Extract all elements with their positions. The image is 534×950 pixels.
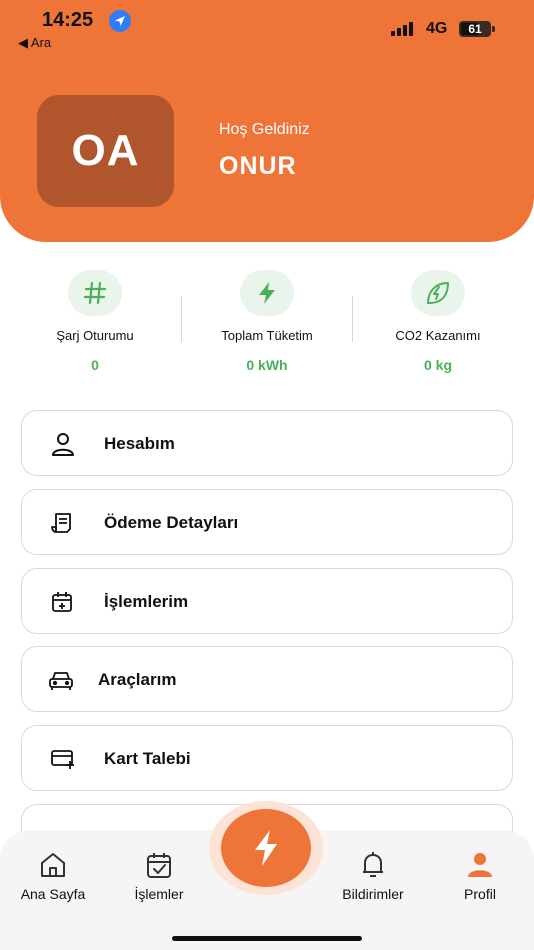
hash-icon bbox=[68, 270, 122, 316]
profile-header: 14:25 ◀ Ara 4G 61 OA Hoş Geldiniz ONUR bbox=[0, 0, 534, 242]
tab-label: Ana Sayfa bbox=[20, 886, 86, 902]
profile-icon bbox=[468, 853, 492, 877]
leaf-icon bbox=[411, 270, 465, 316]
calendar-add-icon bbox=[50, 590, 76, 614]
menu-item-payment-details[interactable]: Ödeme Detayları bbox=[21, 489, 513, 555]
tab-label: Profil bbox=[464, 886, 496, 902]
menu-item-card-request[interactable]: Kart Talebi bbox=[21, 725, 513, 791]
stat-value: 0 kg bbox=[423, 357, 452, 373]
network-type: 4G bbox=[426, 20, 448, 37]
battery-icon: 61 bbox=[459, 21, 491, 37]
stat-label: CO2 Kazanımı bbox=[395, 328, 481, 343]
menu-item-account[interactable]: Hesabım bbox=[21, 410, 513, 476]
home-icon bbox=[41, 853, 65, 877]
stat-total-consumption: Toplam Tüketim 0 kWh bbox=[182, 270, 352, 380]
tab-transactions[interactable]: İşlemler bbox=[124, 850, 194, 902]
car-icon bbox=[48, 668, 74, 692]
tab-label: İşlemler bbox=[134, 886, 184, 902]
back-to-app-link[interactable]: ◀ Ara bbox=[18, 35, 51, 51]
home-indicator bbox=[172, 936, 362, 941]
lightning-icon bbox=[255, 830, 277, 866]
stats-row: Şarj Oturumu 0 Toplam Tüketim 0 kWh CO2 … bbox=[0, 270, 534, 380]
menu-item-label: Hesabım bbox=[104, 434, 175, 453]
user-icon bbox=[50, 432, 76, 456]
status-time: 14:25 bbox=[42, 9, 94, 31]
menu-item-vehicles[interactable]: Araçlarım bbox=[21, 646, 513, 712]
tab-label: Bildirimler bbox=[342, 886, 404, 902]
menu-item-label: İşlemlerim bbox=[104, 592, 189, 611]
stat-co2-savings: CO2 Kazanımı 0 kg bbox=[353, 270, 523, 380]
stat-value: 0 kWh bbox=[246, 357, 288, 373]
menu-item-transactions[interactable]: İşlemlerim bbox=[21, 568, 513, 634]
tab-home[interactable]: Ana Sayfa bbox=[14, 850, 92, 902]
calendar-check-icon bbox=[147, 853, 171, 878]
welcome-text: Hoş Geldiniz bbox=[219, 121, 310, 138]
stat-label: Toplam Tüketim bbox=[221, 328, 313, 343]
battery-level: 61 bbox=[468, 22, 482, 36]
receipt-icon bbox=[50, 511, 76, 535]
location-arrow-icon bbox=[109, 10, 131, 32]
signal-icon bbox=[391, 22, 417, 36]
avatar[interactable]: OA bbox=[37, 95, 174, 207]
menu-item-label: Ödeme Detayları bbox=[104, 513, 239, 532]
stat-label: Şarj Oturumu bbox=[56, 328, 134, 343]
menu-item-label: Kart Talebi bbox=[104, 749, 191, 768]
stat-charge-sessions: Şarj Oturumu 0 bbox=[10, 270, 180, 380]
card-add-icon bbox=[50, 747, 76, 771]
lightning-icon bbox=[240, 270, 294, 316]
charge-button[interactable] bbox=[221, 809, 311, 887]
tab-profile[interactable]: Profil bbox=[452, 850, 508, 902]
bell-icon bbox=[363, 852, 383, 877]
menu-item-label: Araçlarım bbox=[98, 670, 177, 689]
tab-notifications[interactable]: Bildirimler bbox=[330, 850, 416, 902]
stat-value: 0 bbox=[91, 357, 99, 373]
user-name: ONUR bbox=[219, 152, 297, 180]
